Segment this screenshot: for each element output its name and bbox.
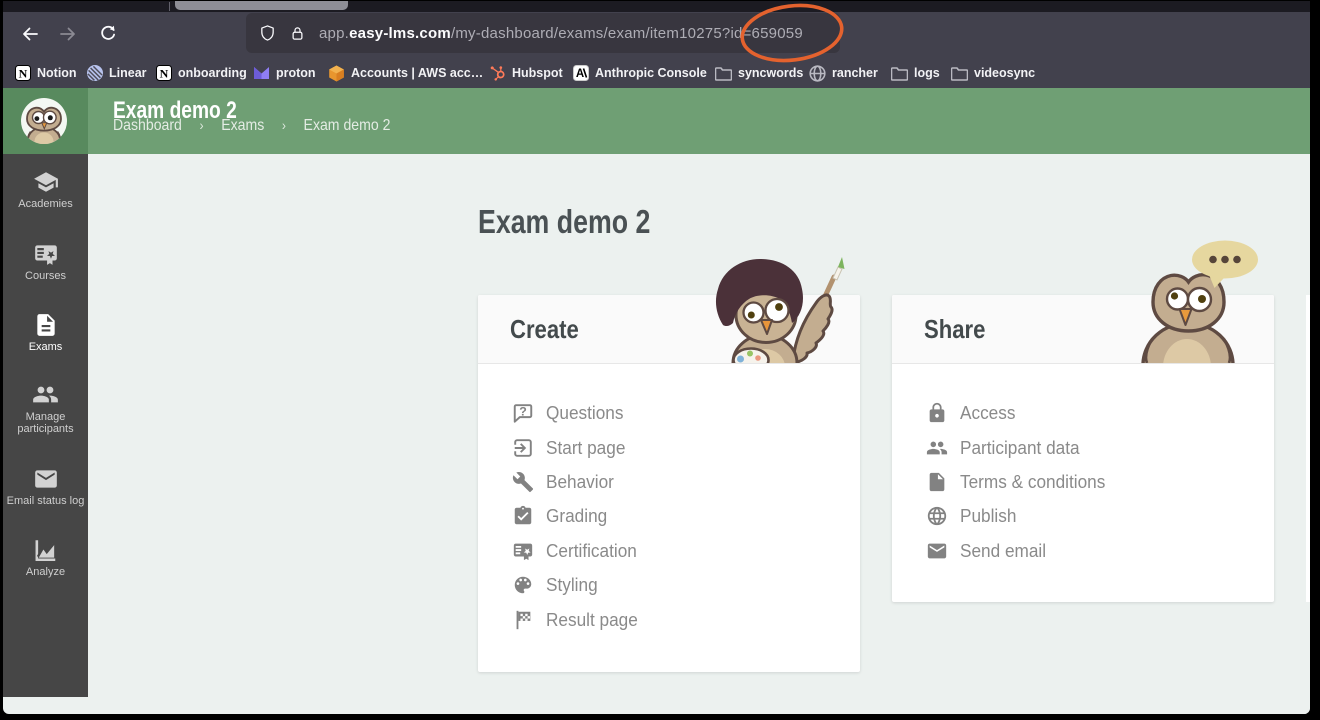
svg-text:?: ?: [519, 405, 527, 419]
svg-text:N: N: [160, 67, 169, 81]
svg-text:A: A: [576, 68, 584, 80]
svg-text:N: N: [19, 67, 28, 81]
